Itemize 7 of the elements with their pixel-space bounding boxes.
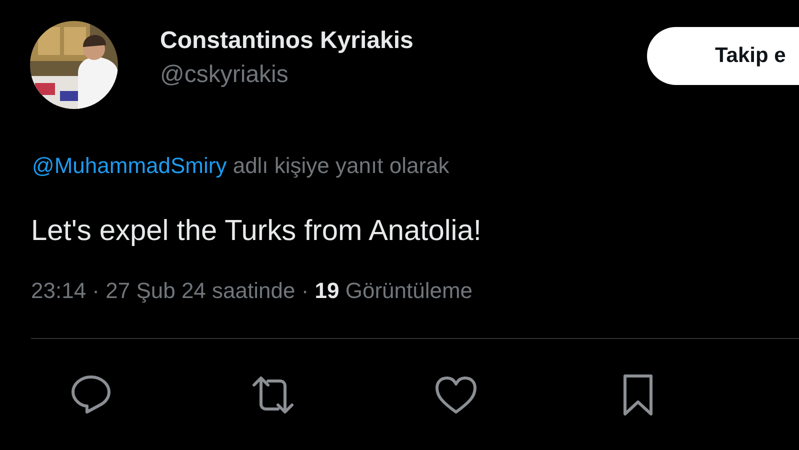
follow-button[interactable]: Takip e <box>647 27 799 85</box>
author-handle: @cskyriakis <box>160 61 290 89</box>
mention-link[interactable]: @MuhammadSmiry <box>32 153 227 178</box>
reply-context-text: adlı kişiye yanıt olarak <box>232 153 450 178</box>
author-name: Constantinos Kyriakis <box>160 27 414 55</box>
tweet-text: Let's expel the Turks from Anatolia! <box>31 215 482 248</box>
tweet-meta: 23:14 · 27 Şub 24 saatinde · 19 Görüntüleme <box>31 278 474 304</box>
